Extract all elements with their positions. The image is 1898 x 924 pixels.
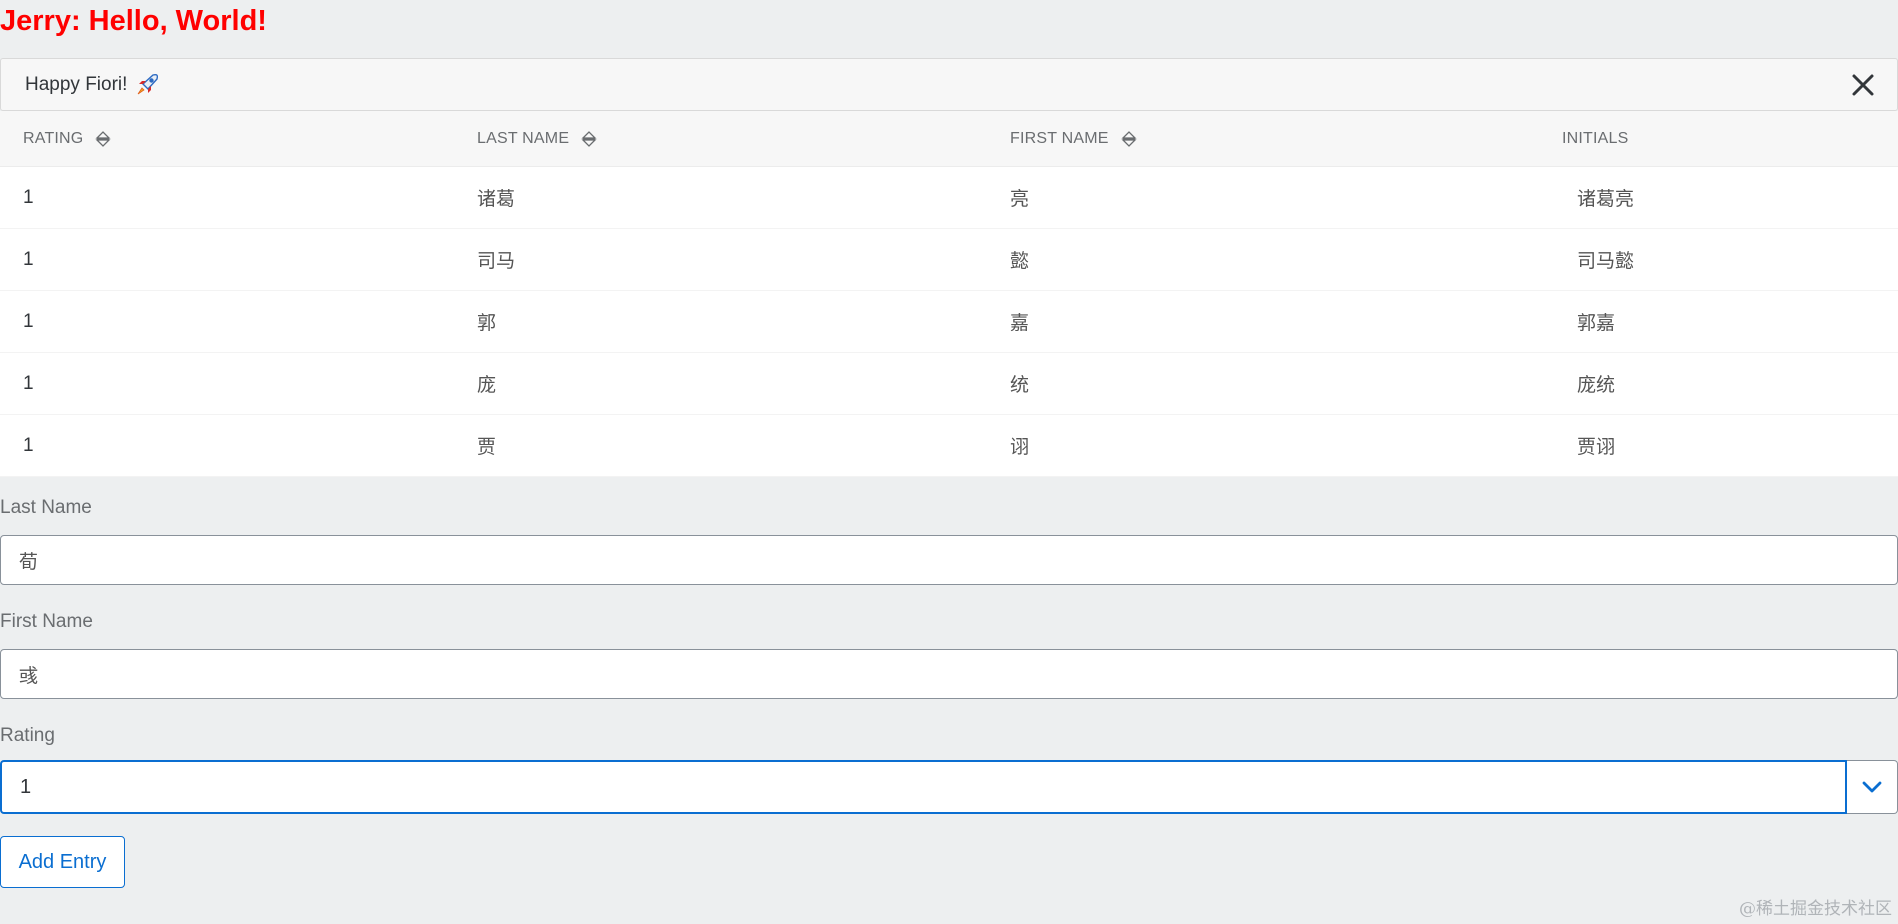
sort-icon [95, 130, 112, 147]
rating-input[interactable]: 1 [0, 760, 1847, 814]
table-row[interactable]: 1 司马 懿 司马懿 [0, 229, 1898, 291]
cell-last-name: 诸葛 [477, 188, 516, 210]
rating-dropdown-button[interactable] [1847, 760, 1898, 814]
close-icon[interactable] [1849, 71, 1877, 99]
cell-initials: 庞统 [1577, 374, 1616, 396]
table-row[interactable]: 1 诸葛 亮 诸葛亮 [0, 167, 1898, 229]
cell-first-name: 嘉 [1010, 312, 1030, 334]
cell-initials: 贾诩 [1577, 436, 1616, 458]
cell-last-name: 庞 [477, 374, 497, 396]
cell-rating: 1 [23, 186, 34, 208]
cell-first-name: 亮 [1010, 188, 1030, 210]
add-entry-button[interactable]: Add Entry [0, 836, 125, 888]
column-header-last-name[interactable]: LAST NAME [477, 111, 1010, 166]
page-title: Jerry: Hello, World! [0, 5, 267, 37]
entries-table: RATING LAST NAME FIRST NAME INITIALS 1 诸… [0, 111, 1898, 477]
first-name-label: First Name [0, 611, 93, 632]
cell-last-name: 贾 [477, 436, 497, 458]
first-name-input[interactable]: 彧 [0, 649, 1898, 699]
message-strip-text: Happy Fiori! [25, 73, 128, 95]
cell-initials: 诸葛亮 [1577, 188, 1635, 210]
rocket-icon [138, 73, 159, 94]
column-header-initials: INITIALS [1562, 129, 1629, 147]
app-page: Jerry: Hello, World! Happy Fiori! RATING… [0, 0, 1898, 924]
cell-first-name: 统 [1010, 374, 1030, 396]
message-strip: Happy Fiori! [0, 58, 1898, 111]
table-row[interactable]: 1 贾 诩 贾诩 [0, 415, 1898, 477]
cell-last-name: 司马 [477, 250, 516, 272]
cell-rating: 1 [23, 248, 34, 270]
cell-last-name: 郭 [477, 312, 497, 334]
sort-icon [581, 130, 597, 147]
cell-initials: 司马懿 [1577, 250, 1635, 272]
chevron-down-icon [1862, 781, 1882, 793]
rating-label: Rating [0, 725, 55, 746]
cell-rating: 1 [23, 434, 34, 456]
table-header: RATING LAST NAME FIRST NAME INITIALS [0, 111, 1898, 167]
cell-first-name: 懿 [1010, 250, 1030, 272]
column-header-rating[interactable]: RATING [0, 111, 477, 166]
cell-rating: 1 [23, 372, 34, 394]
sort-icon [1121, 130, 1137, 147]
column-header-first-name[interactable]: FIRST NAME [1010, 111, 1562, 166]
last-name-input[interactable]: 荀 [0, 535, 1898, 585]
table-row[interactable]: 1 庞 统 庞统 [0, 353, 1898, 415]
rating-combobox: 1 [0, 760, 1898, 814]
last-name-label: Last Name [0, 497, 92, 518]
cell-rating: 1 [23, 310, 34, 332]
table-row[interactable]: 1 郭 嘉 郭嘉 [0, 291, 1898, 353]
cell-initials: 郭嘉 [1577, 312, 1616, 334]
cell-first-name: 诩 [1010, 436, 1030, 458]
watermark: @稀土掘金技术社区 [1739, 899, 1892, 919]
